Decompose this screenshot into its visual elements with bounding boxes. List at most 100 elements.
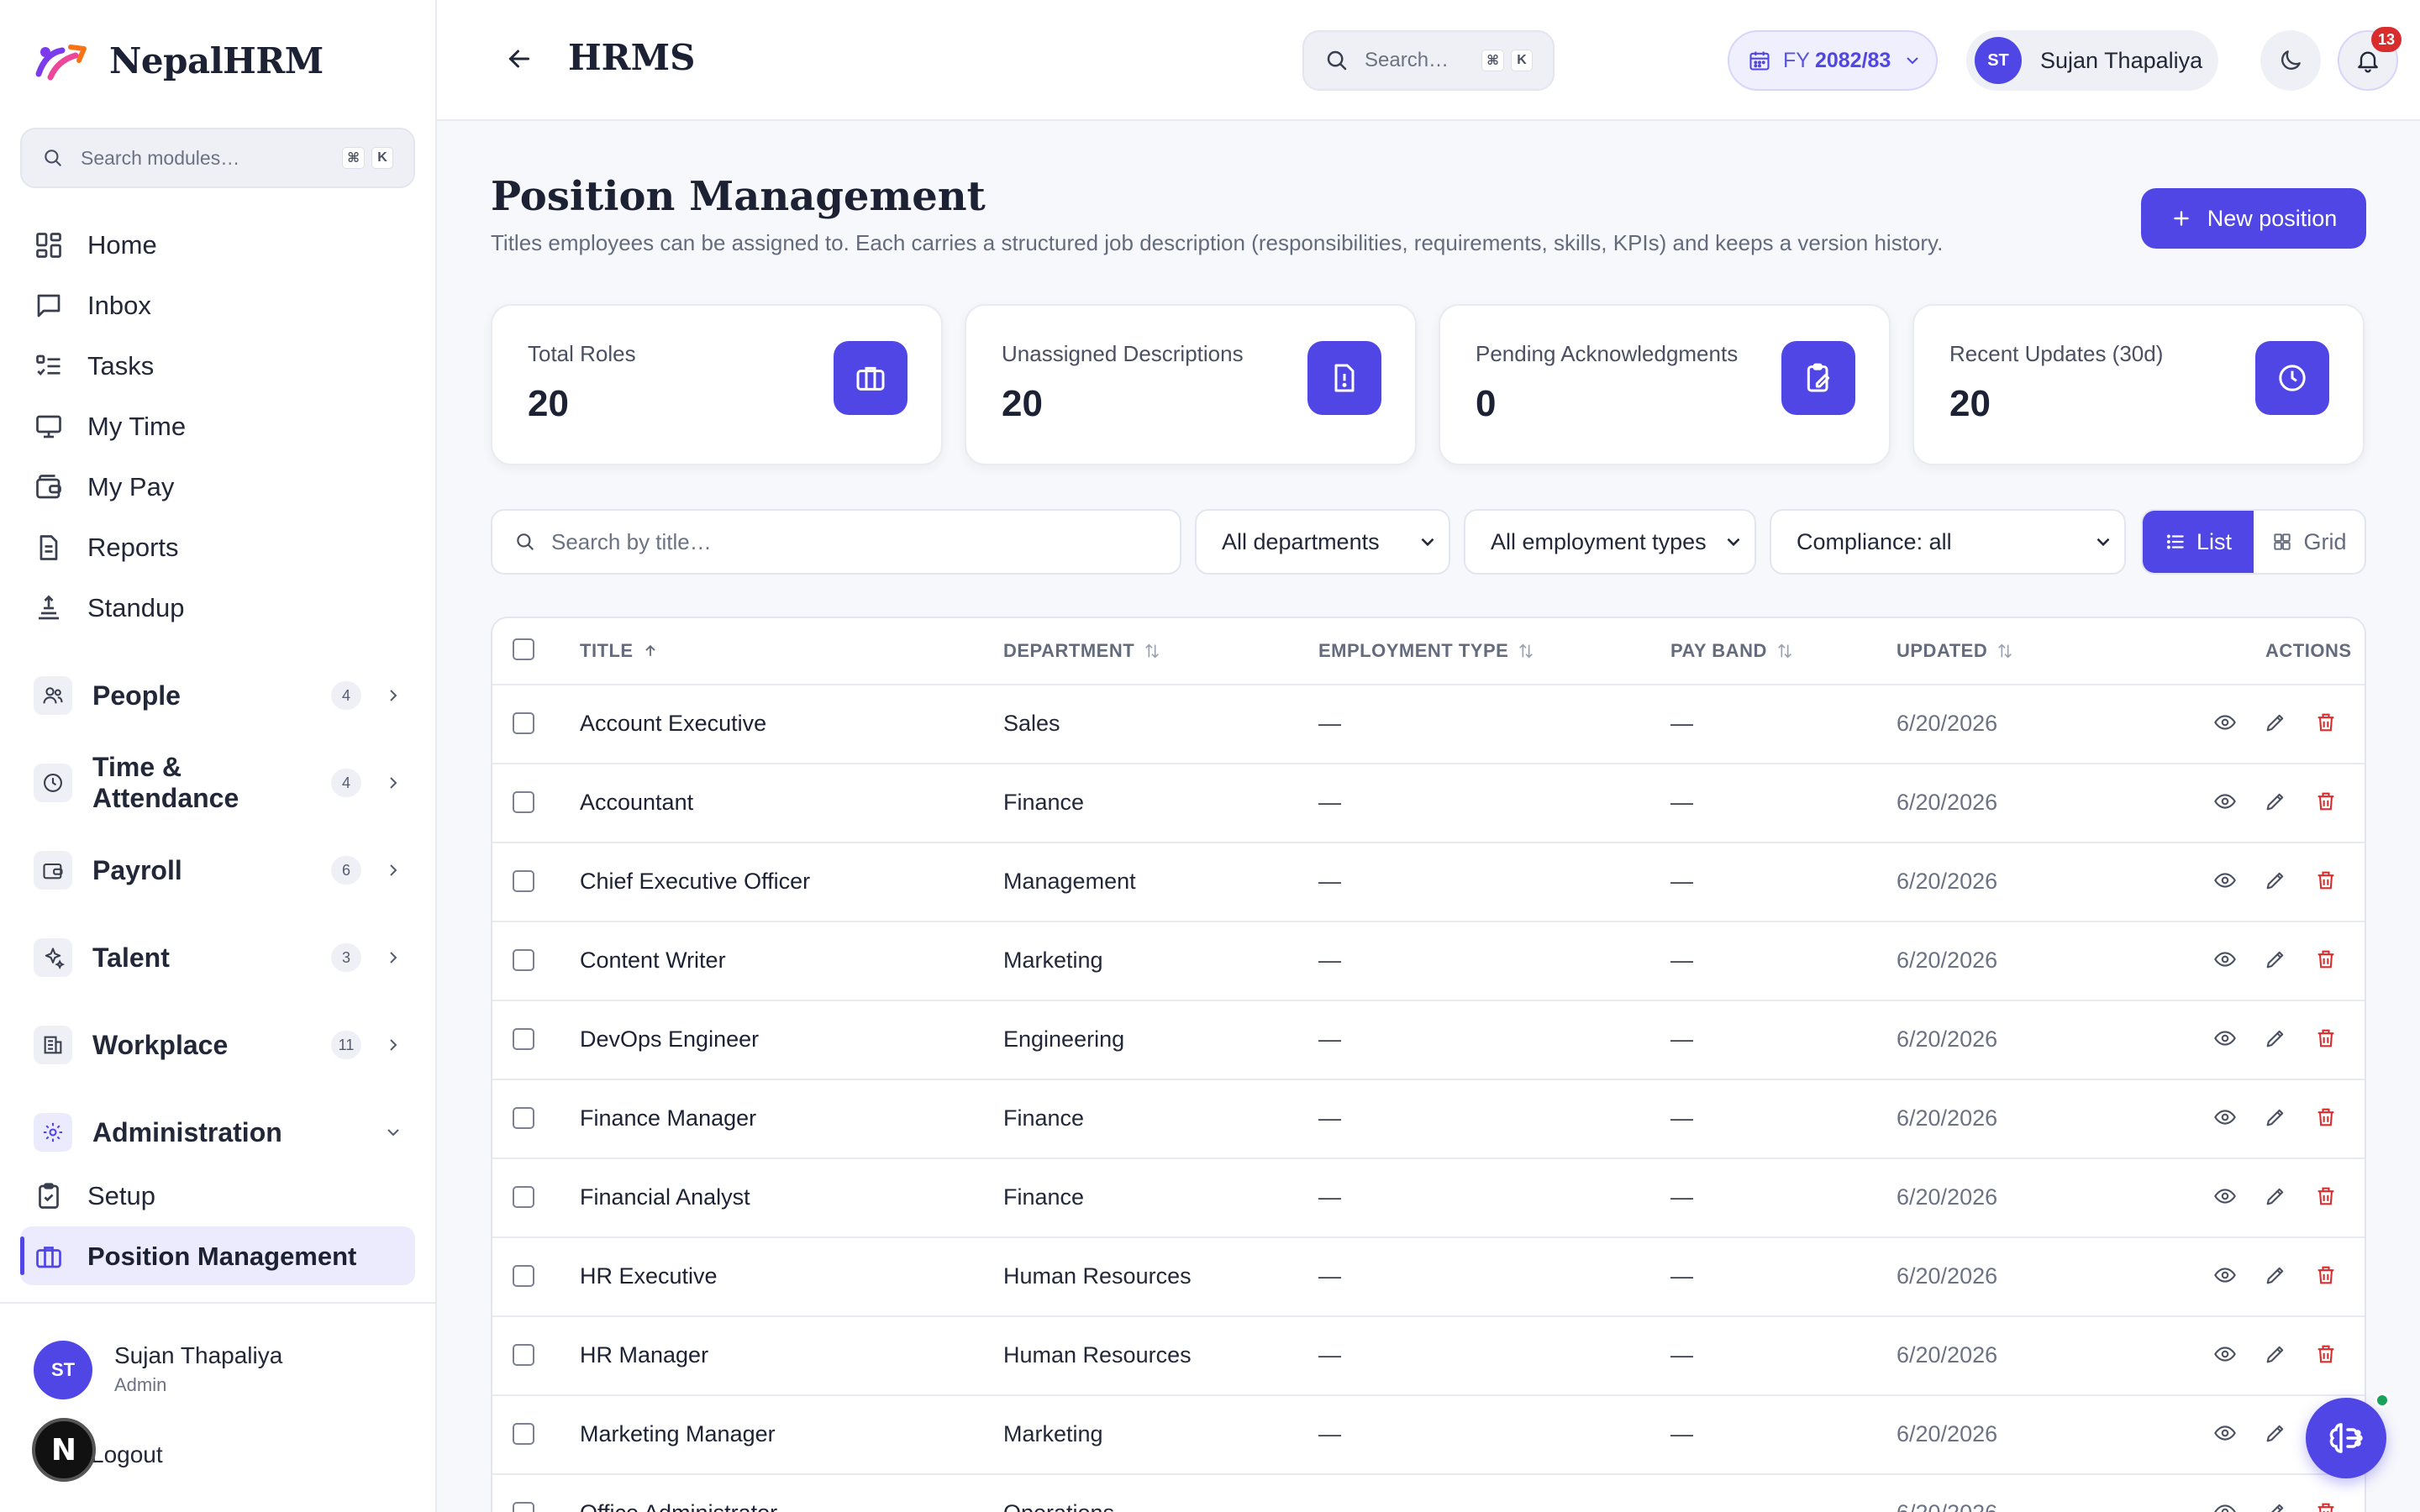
pencil-icon[interactable] bbox=[2264, 1184, 2287, 1208]
column-header-updated[interactable]: UPDATED bbox=[1897, 640, 2014, 662]
eye-icon[interactable] bbox=[2213, 948, 2237, 971]
sidebar-item-tasks[interactable]: Tasks bbox=[34, 341, 403, 391]
trash-icon[interactable] bbox=[2314, 1263, 2338, 1287]
eye-icon[interactable] bbox=[2213, 1026, 2237, 1050]
pencil-icon[interactable] bbox=[2264, 1105, 2287, 1129]
eye-icon[interactable] bbox=[2213, 1500, 2237, 1512]
pencil-icon[interactable] bbox=[2264, 1421, 2287, 1445]
cell-title[interactable]: Marketing Manager bbox=[580, 1421, 776, 1447]
cell-title[interactable]: Account Executive bbox=[580, 711, 766, 737]
eye-icon[interactable] bbox=[2213, 1342, 2237, 1366]
column-header-pay-band[interactable]: PAY BAND bbox=[1670, 640, 1794, 662]
row-checkbox[interactable] bbox=[513, 1028, 534, 1050]
row-checkbox[interactable] bbox=[513, 1502, 534, 1512]
brand[interactable]: NepalHRM bbox=[34, 35, 324, 86]
notifications-button[interactable]: 13 bbox=[2338, 27, 2402, 91]
table-row[interactable]: DevOps Engineer Engineering — — 6/20/2026 bbox=[492, 1001, 2365, 1080]
pencil-icon[interactable] bbox=[2264, 790, 2287, 813]
table-row[interactable]: HR Manager Human Resources — — 6/20/2026 bbox=[492, 1317, 2365, 1396]
sidebar-item-setup[interactable]: Setup bbox=[34, 1171, 403, 1221]
title-search-input[interactable]: Search by title… bbox=[491, 509, 1181, 575]
row-checkbox[interactable] bbox=[513, 949, 534, 971]
eye-icon[interactable] bbox=[2213, 790, 2237, 813]
logout-link[interactable]: Logout bbox=[91, 1441, 163, 1468]
sidebar-group-people[interactable]: People 4 bbox=[34, 670, 403, 721]
view-list-button[interactable]: List bbox=[2143, 511, 2254, 573]
trash-icon[interactable] bbox=[2314, 1342, 2338, 1366]
sidebar-item-inbox[interactable]: Inbox bbox=[34, 281, 403, 331]
eye-icon[interactable] bbox=[2213, 1263, 2237, 1287]
table-row[interactable]: Office Administrator Operations — — 6/20/202… bbox=[492, 1475, 2365, 1512]
cell-title[interactable]: Chief Executive Officer bbox=[580, 869, 810, 895]
trash-icon[interactable] bbox=[2314, 1184, 2338, 1208]
column-header-title[interactable]: TITLE bbox=[580, 640, 659, 662]
pencil-icon[interactable] bbox=[2264, 711, 2287, 734]
sidebar-group-workplace[interactable]: Workplace 11 bbox=[34, 1020, 403, 1070]
sidebar-item-my-time[interactable]: My Time bbox=[34, 402, 403, 452]
cell-title[interactable]: HR Manager bbox=[580, 1342, 708, 1368]
avatar[interactable]: ST bbox=[34, 1341, 92, 1399]
row-checkbox[interactable] bbox=[513, 870, 534, 892]
eye-icon[interactable] bbox=[2213, 869, 2237, 892]
row-checkbox[interactable] bbox=[513, 1186, 534, 1208]
eye-icon[interactable] bbox=[2213, 1184, 2237, 1208]
sidebar-group-administration[interactable]: Administration bbox=[34, 1107, 403, 1158]
table-row[interactable]: Account Executive Sales — — 6/20/2026 bbox=[492, 685, 2365, 764]
cell-title[interactable]: Content Writer bbox=[580, 948, 726, 974]
table-row[interactable]: Content Writer Marketing — — 6/20/2026 bbox=[492, 922, 2365, 1001]
row-checkbox[interactable] bbox=[513, 791, 534, 813]
dev-tools-badge[interactable]: N bbox=[32, 1418, 96, 1482]
module-search-input[interactable]: Search modules… ⌘ K bbox=[20, 128, 415, 188]
compliance-select[interactable]: Compliance: all bbox=[1770, 509, 2126, 575]
row-checkbox[interactable] bbox=[513, 1344, 534, 1366]
trash-icon[interactable] bbox=[2314, 1500, 2338, 1512]
row-checkbox[interactable] bbox=[513, 1107, 534, 1129]
table-row[interactable]: Financial Analyst Finance — — 6/20/2026 bbox=[492, 1159, 2365, 1238]
sidebar-item-reports[interactable]: Reports bbox=[34, 522, 403, 573]
eye-icon[interactable] bbox=[2213, 1105, 2237, 1129]
fiscal-year-select[interactable]: FY 2082/83 bbox=[1728, 30, 1938, 91]
row-checkbox[interactable] bbox=[513, 712, 534, 734]
eye-icon[interactable] bbox=[2213, 711, 2237, 734]
table-row[interactable]: HR Executive Human Resources — — 6/20/2026 bbox=[492, 1238, 2365, 1317]
eye-icon[interactable] bbox=[2213, 1421, 2237, 1445]
sidebar-item-home[interactable]: Home bbox=[34, 220, 403, 270]
table-row[interactable]: Accountant Finance — — 6/20/2026 bbox=[492, 764, 2365, 843]
trash-icon[interactable] bbox=[2314, 790, 2338, 813]
pencil-icon[interactable] bbox=[2264, 1263, 2287, 1287]
pencil-icon[interactable] bbox=[2264, 948, 2287, 971]
global-search-input[interactable]: Search… ⌘ K bbox=[1302, 30, 1555, 91]
column-header-department[interactable]: DEPARTMENT bbox=[1003, 640, 1161, 662]
cell-title[interactable]: HR Executive bbox=[580, 1263, 718, 1289]
new-position-button[interactable]: New position bbox=[2141, 188, 2366, 249]
department-select[interactable]: All departments bbox=[1195, 509, 1450, 575]
trash-icon[interactable] bbox=[2314, 1026, 2338, 1050]
pencil-icon[interactable] bbox=[2264, 869, 2287, 892]
table-row[interactable]: Finance Manager Finance — — 6/20/2026 bbox=[492, 1080, 2365, 1159]
cell-title[interactable]: Financial Analyst bbox=[580, 1184, 750, 1210]
sidebar-item-position-management[interactable]: Position Management bbox=[34, 1231, 403, 1282]
table-row[interactable]: Chief Executive Officer Management — — 6/20/… bbox=[492, 843, 2365, 922]
cell-title[interactable]: Office Administrator bbox=[580, 1500, 777, 1512]
employment-type-select[interactable]: All employment types bbox=[1464, 509, 1756, 575]
cell-title[interactable]: Accountant bbox=[580, 790, 693, 816]
trash-icon[interactable] bbox=[2314, 869, 2338, 892]
row-checkbox[interactable] bbox=[513, 1265, 534, 1287]
assistant-fab-button[interactable] bbox=[2306, 1398, 2386, 1478]
row-checkbox[interactable] bbox=[513, 1423, 534, 1445]
cell-title[interactable]: Finance Manager bbox=[580, 1105, 756, 1131]
pencil-icon[interactable] bbox=[2264, 1342, 2287, 1366]
user-menu[interactable]: ST Sujan Thapaliya bbox=[1966, 30, 2218, 91]
pencil-icon[interactable] bbox=[2264, 1026, 2287, 1050]
pencil-icon[interactable] bbox=[2264, 1500, 2287, 1512]
view-grid-button[interactable]: Grid bbox=[2254, 511, 2365, 573]
select-all-checkbox[interactable] bbox=[513, 638, 534, 660]
table-row[interactable]: Marketing Manager Marketing — — 6/20/2026 bbox=[492, 1396, 2365, 1475]
sidebar-group-payroll[interactable]: Payroll 6 bbox=[34, 845, 403, 895]
trash-icon[interactable] bbox=[2314, 711, 2338, 734]
theme-toggle-button[interactable] bbox=[2260, 30, 2321, 91]
sidebar-group-time-attendance[interactable]: Time & Attendance 4 bbox=[34, 752, 403, 813]
trash-icon[interactable] bbox=[2314, 1105, 2338, 1129]
sidebar-item-my-pay[interactable]: My Pay bbox=[34, 462, 403, 512]
trash-icon[interactable] bbox=[2314, 948, 2338, 971]
